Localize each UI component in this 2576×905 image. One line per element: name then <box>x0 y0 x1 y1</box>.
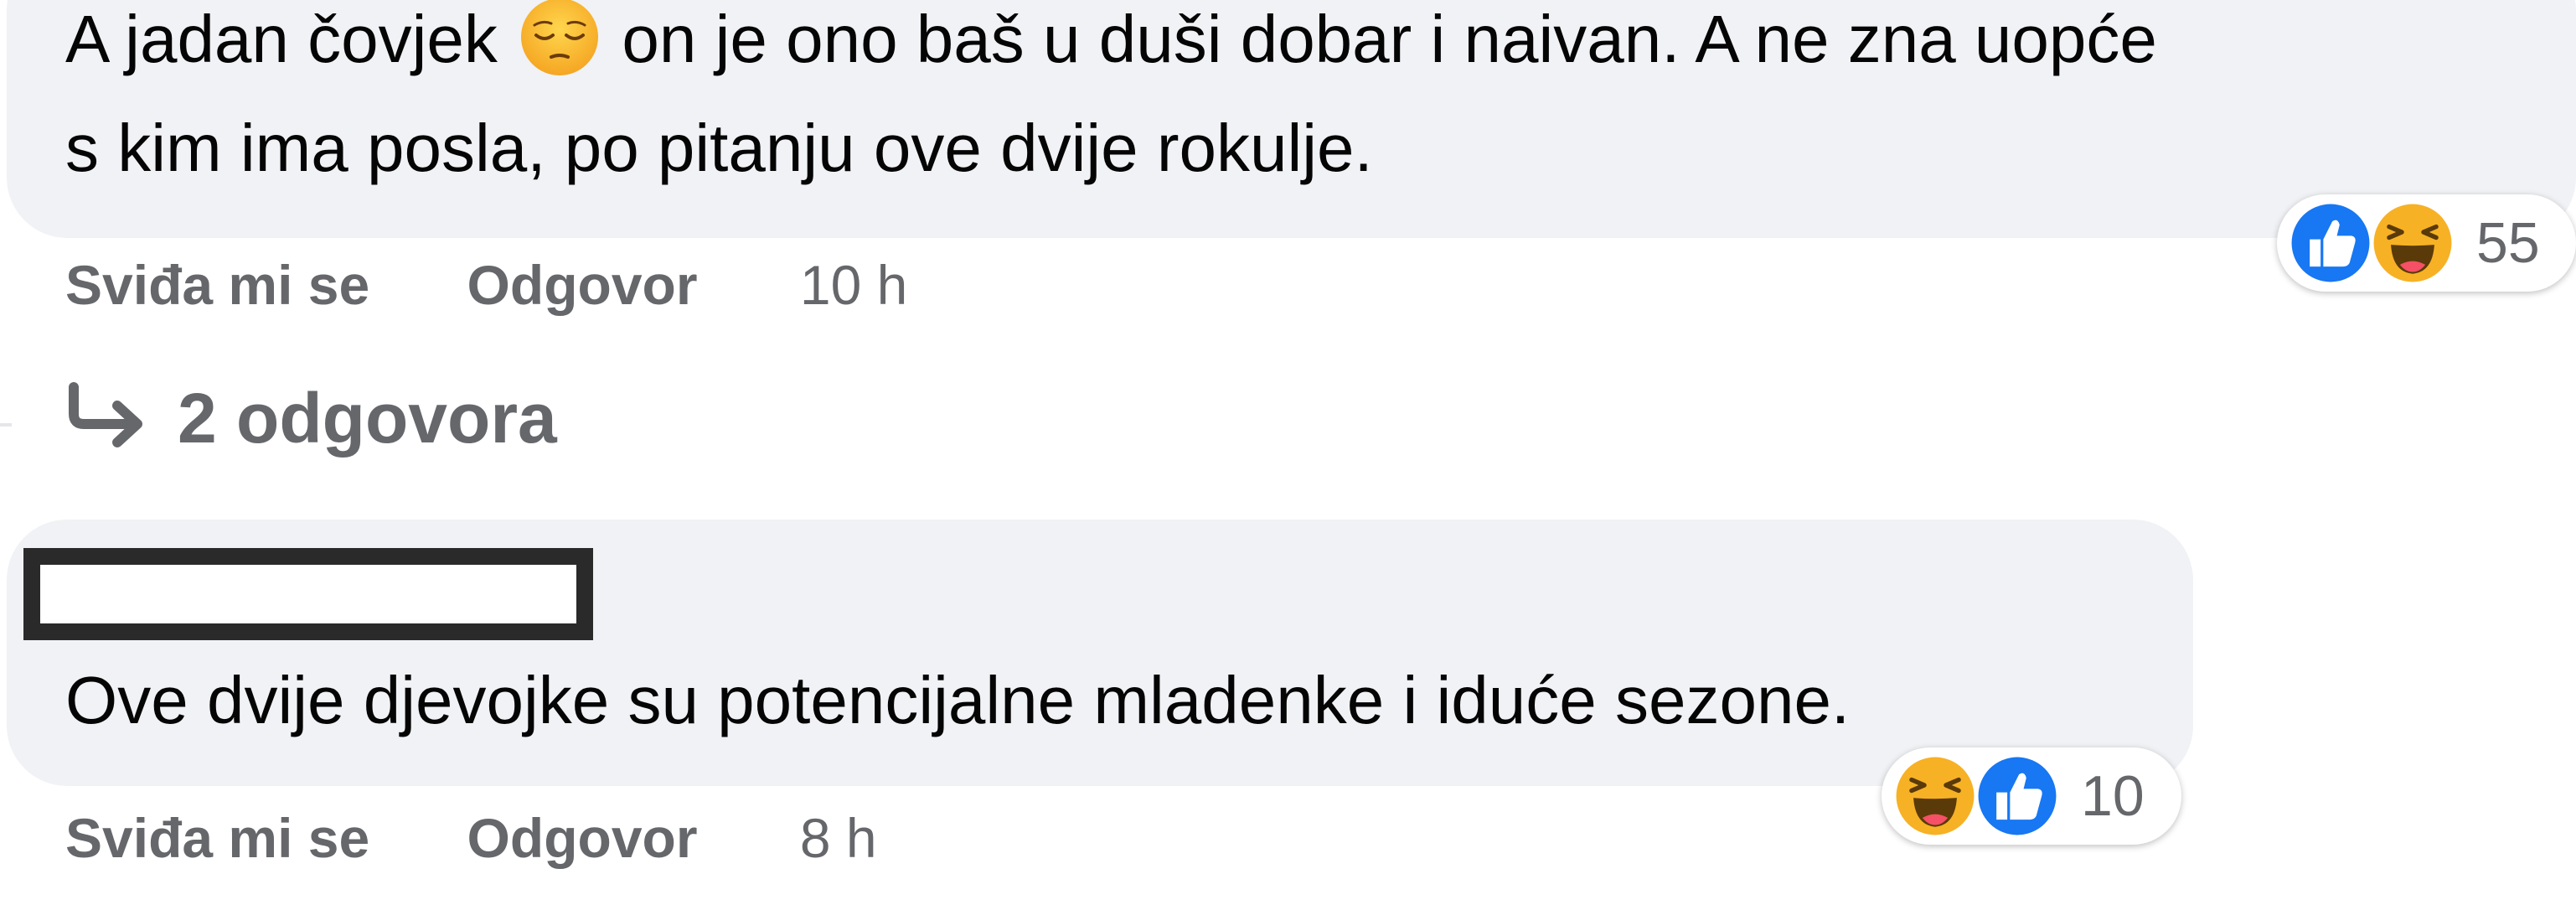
reply-button[interactable]: Odgovor <box>467 251 698 318</box>
redacted-author-name <box>23 548 593 640</box>
view-replies-link[interactable]: 2 odgovora <box>65 376 557 460</box>
haha-reaction-icon <box>2370 200 2455 286</box>
comment-text-segment: on je ono baš u duši dobar i naivan. A n… <box>622 2 2157 76</box>
comment-timestamp[interactable]: 10 h <box>800 251 907 318</box>
comment-text-segment: A jadan čovjek <box>65 2 498 76</box>
thread-line <box>0 423 12 427</box>
reactions-summary[interactable]: 10 <box>1882 747 2181 845</box>
haha-reaction-icon <box>1892 753 1978 839</box>
replies-count-label: 2 odgovora <box>178 379 557 458</box>
comment-timestamp[interactable]: 8 h <box>800 804 877 871</box>
like-reaction-icon <box>2288 200 2373 286</box>
like-button[interactable]: Sviđa mi se <box>65 804 369 871</box>
comment-actions: Sviđa mi se Odgovor 10 h <box>65 251 907 318</box>
reaction-count: 55 <box>2476 211 2540 275</box>
reaction-count: 10 <box>2081 764 2145 828</box>
pensive-face-emoji <box>521 0 599 75</box>
like-button[interactable]: Sviđa mi se <box>65 251 369 318</box>
reply-arrow-icon <box>69 382 142 447</box>
like-reaction-icon <box>1975 753 2060 839</box>
reactions-summary[interactable]: 55 <box>2277 194 2576 292</box>
comment-text-line: s kim ima posla, po pitanju ove dvije ro… <box>65 111 1373 185</box>
comment-actions: Sviđa mi se Odgovor 8 h <box>65 804 877 871</box>
comment-text-line: A jadan čovjek on je ono baš u duši doba… <box>65 0 2157 94</box>
comment-text: Ove dvije djevojke su potencijalne mlade… <box>65 663 1851 737</box>
reply-button[interactable]: Odgovor <box>467 804 698 871</box>
